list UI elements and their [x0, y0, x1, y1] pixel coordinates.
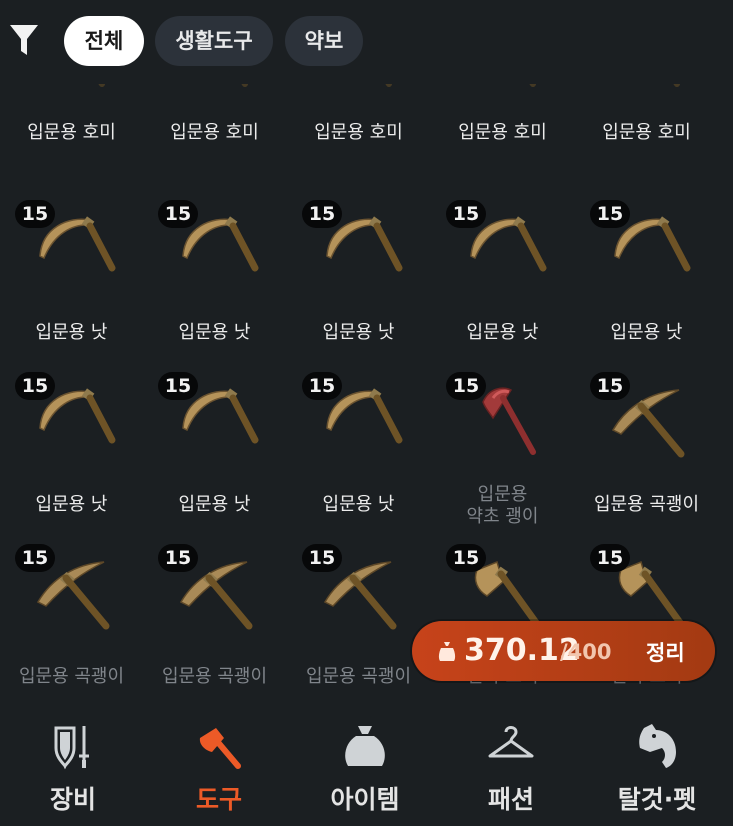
item-name: 입문용 낫 [322, 494, 395, 515]
hoe-icon [607, 84, 693, 92]
inventory-item[interactable]: 15 입문용 곡괭이 [287, 528, 430, 698]
nav-label: 도구 [195, 785, 242, 814]
shield-sword-icon [54, 726, 89, 770]
level-badge: 15 [158, 372, 198, 400]
horse-icon [639, 724, 676, 768]
tab-all[interactable]: 전체 [64, 16, 144, 66]
inventory-item[interactable]: 15 입문용 낫 [431, 184, 574, 354]
level-badge: 15 [302, 372, 342, 400]
category-filter-bar: 전체 생활도구 약보 [0, 0, 733, 84]
inventory-item[interactable]: 입문용 호미 [143, 84, 286, 154]
item-name: 입문용 호미 [27, 122, 116, 143]
level-badge: 15 [590, 372, 630, 400]
nav-tools[interactable]: 도구 [146, 706, 292, 826]
item-name: 입문용 낫 [466, 322, 539, 343]
item-name: 입문용 호미 [170, 122, 259, 143]
item-name: 입문용 약초 괭이 [431, 484, 574, 528]
pouch-icon [345, 726, 385, 766]
inventory-weight-bar: 370.12 /400 정리 [412, 621, 715, 681]
item-name: 입문용 낫 [35, 494, 108, 515]
hanger-icon [488, 726, 534, 758]
level-badge: 15 [590, 200, 630, 228]
item-name: 입문용 낫 [35, 322, 108, 343]
nav-equipment[interactable]: 장비 [0, 706, 146, 826]
hoe-icon [32, 84, 118, 92]
item-name-line: 입문용 [477, 484, 528, 505]
inventory-item[interactable]: 15 입문용 낫 [575, 184, 718, 354]
level-badge: 15 [15, 544, 55, 572]
level-badge: 15 [158, 544, 198, 572]
tab-potions[interactable]: 약보 [285, 16, 363, 66]
level-badge: 15 [158, 200, 198, 228]
item-name: 입문용 호미 [314, 122, 403, 143]
inventory-item[interactable]: 15 입문용 낫 [287, 356, 430, 526]
nav-label: 장비 [49, 785, 96, 814]
nav-label: 탈것·펫 [617, 785, 697, 814]
inventory-item[interactable]: 입문용 호미 [0, 84, 143, 154]
nav-label: 패션 [487, 785, 534, 814]
inventory-item[interactable]: 15 입문용 낫 [143, 356, 286, 526]
nav-items[interactable]: 아이템 [292, 706, 438, 826]
inventory-grid: 입문용 호미 입문용 호미 입문용 호미 입문용 호미 입문용 호미 15 입문… [0, 84, 733, 706]
inventory-item[interactable]: 15 입문용 낫 [287, 184, 430, 354]
level-badge: 15 [302, 200, 342, 228]
nav-label: 아이템 [330, 785, 400, 814]
item-name: 입문용 호미 [458, 122, 547, 143]
item-name: 입문용 낫 [178, 494, 251, 515]
hoe-icon [319, 84, 405, 92]
item-name: 입문용 낫 [610, 322, 683, 343]
inventory-item[interactable]: 15 입문용 약초 괭이 [431, 356, 574, 528]
inventory-item[interactable]: 입문용 호미 [287, 84, 430, 154]
inventory-item[interactable]: 입문용 호미 [431, 84, 574, 154]
level-badge: 15 [446, 372, 486, 400]
inventory-item[interactable]: 15 입문용 낫 [0, 184, 143, 354]
level-badge: 15 [446, 200, 486, 228]
inventory-item[interactable]: 15 입문용 곡괭이 [0, 528, 143, 698]
level-badge: 15 [15, 372, 55, 400]
inventory-item[interactable]: 15 입문용 낫 [0, 356, 143, 526]
level-badge: 15 [302, 544, 342, 572]
item-name: 입문용 호미 [602, 122, 691, 143]
level-badge: 15 [446, 544, 486, 572]
item-name: 입문용 곡괭이 [593, 494, 700, 515]
bag-icon [438, 642, 456, 661]
hoe-icon [175, 84, 261, 92]
item-name-line: 약초 괭이 [466, 506, 539, 527]
hoe-icon [463, 84, 549, 92]
item-name: 입문용 곡괭이 [18, 666, 125, 687]
nav-fashion[interactable]: 패션 [438, 706, 584, 826]
nav-mounts-pets[interactable]: 탈것·펫 [584, 706, 730, 826]
level-badge: 15 [15, 200, 55, 228]
bottom-nav: 장비 도구 아이템 패션 탈것·펫 [0, 706, 733, 826]
inventory-item[interactable]: 입문용 호미 [575, 84, 718, 154]
item-name: 입문용 곡괭이 [161, 666, 268, 687]
item-name: 입문용 곡괭이 [305, 666, 412, 687]
item-name: 입문용 낫 [178, 322, 251, 343]
item-name: 입문용 낫 [322, 322, 395, 343]
filter-icon [10, 25, 38, 55]
inventory-item[interactable]: 15 입문용 낫 [143, 184, 286, 354]
sort-button[interactable]: 정리 [646, 637, 685, 667]
tab-life-tools[interactable]: 생활도구 [155, 16, 273, 66]
inventory-item[interactable]: 15 입문용 곡괭이 [575, 356, 718, 526]
filter-button[interactable] [8, 22, 40, 58]
level-badge: 15 [590, 544, 630, 572]
inventory-item[interactable]: 15 입문용 곡괭이 [143, 528, 286, 698]
weight-max: /400 [560, 640, 612, 664]
axe-icon [199, 728, 241, 769]
